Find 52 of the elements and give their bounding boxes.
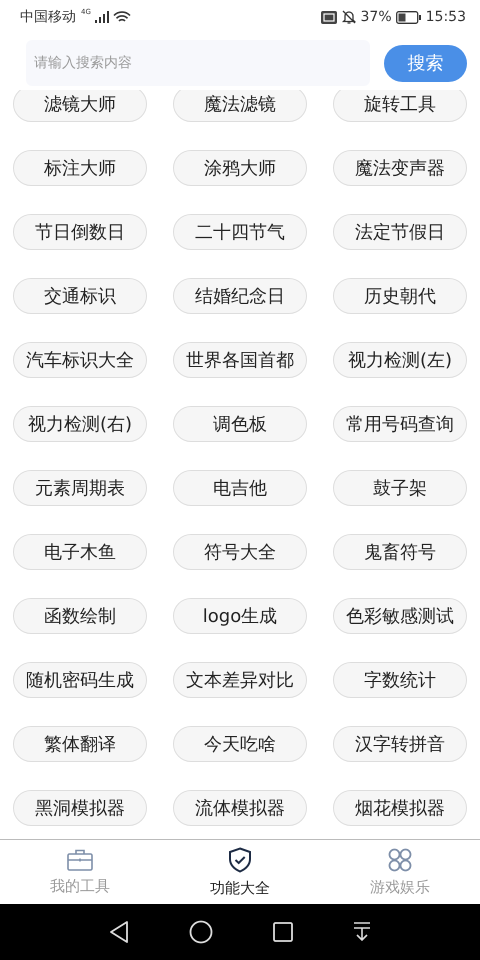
tool-button[interactable]: 视力检测(右) <box>13 406 147 442</box>
tool-button[interactable]: 历史朝代 <box>333 278 467 314</box>
tool-button[interactable]: 涂鸦大师 <box>173 150 307 186</box>
tool-button[interactable]: 世界各国首都 <box>173 342 307 378</box>
signal-icon <box>94 11 109 23</box>
recents-icon[interactable] <box>273 922 293 942</box>
tool-button[interactable]: 函数绘制 <box>13 598 147 634</box>
tool-button[interactable]: logo生成 <box>173 598 307 634</box>
tool-button[interactable]: 电吉他 <box>173 470 307 506</box>
tool-button[interactable]: 流体模拟器 <box>173 790 307 826</box>
tool-button[interactable]: 符号大全 <box>173 534 307 570</box>
tool-button[interactable]: 滤镜大师 <box>13 90 147 122</box>
tool-button[interactable]: 标注大师 <box>13 150 147 186</box>
tool-button[interactable]: 鼓子架 <box>333 470 467 506</box>
wifi-icon <box>112 10 131 24</box>
tool-button[interactable]: 黑洞模拟器 <box>13 790 147 826</box>
home-icon[interactable] <box>189 920 213 944</box>
tool-button[interactable]: 二十四节气 <box>173 214 307 250</box>
carrier-name: 中国移动 <box>20 8 76 26</box>
clock-time: 15:53 <box>426 9 466 25</box>
tool-button[interactable]: 视力检测(左) <box>333 342 467 378</box>
tool-button[interactable]: 汉字转拼音 <box>333 726 467 762</box>
tool-button[interactable]: 烟花模拟器 <box>333 790 467 826</box>
tool-button[interactable]: 交通标识 <box>13 278 147 314</box>
tool-button[interactable]: 繁体翻译 <box>13 726 147 762</box>
tool-button[interactable]: 鬼畜符号 <box>333 534 467 570</box>
tool-button[interactable]: 元素周期表 <box>13 470 147 506</box>
tool-button[interactable]: 节日倒数日 <box>13 214 147 250</box>
tool-button[interactable]: 魔法变声器 <box>333 150 467 186</box>
battery-icon <box>396 10 422 24</box>
tool-button[interactable]: 电子木鱼 <box>13 534 147 570</box>
tool-button[interactable]: 法定节假日 <box>333 214 467 250</box>
tool-button[interactable]: 随机密码生成 <box>13 662 147 698</box>
tool-button[interactable]: 常用号码查询 <box>333 406 467 442</box>
bell-muted-icon <box>340 9 357 25</box>
back-icon[interactable] <box>109 921 129 943</box>
briefcase-icon <box>67 848 93 870</box>
notification-pull-icon[interactable] <box>353 922 371 942</box>
tool-button[interactable]: 魔法滤镜 <box>173 90 307 122</box>
tool-button[interactable]: 调色板 <box>173 406 307 442</box>
tool-button[interactable]: 文本差异对比 <box>173 662 307 698</box>
battery-percent: 37% <box>360 9 392 25</box>
shield-check-icon <box>228 846 252 872</box>
tool-button[interactable]: 色彩敏感测试 <box>333 598 467 634</box>
tool-button[interactable]: 今天吃啥 <box>173 726 307 762</box>
tool-button[interactable]: 旋转工具 <box>333 90 467 122</box>
tool-button[interactable]: 字数统计 <box>333 662 467 698</box>
tool-button[interactable]: 汽车标识大全 <box>13 342 147 378</box>
hd-icon <box>320 10 337 24</box>
four-circles-icon <box>388 848 412 872</box>
search-field[interactable]: 请输入搜索内容 <box>26 40 370 86</box>
tool-button[interactable]: 结婚纪念日 <box>173 278 307 314</box>
